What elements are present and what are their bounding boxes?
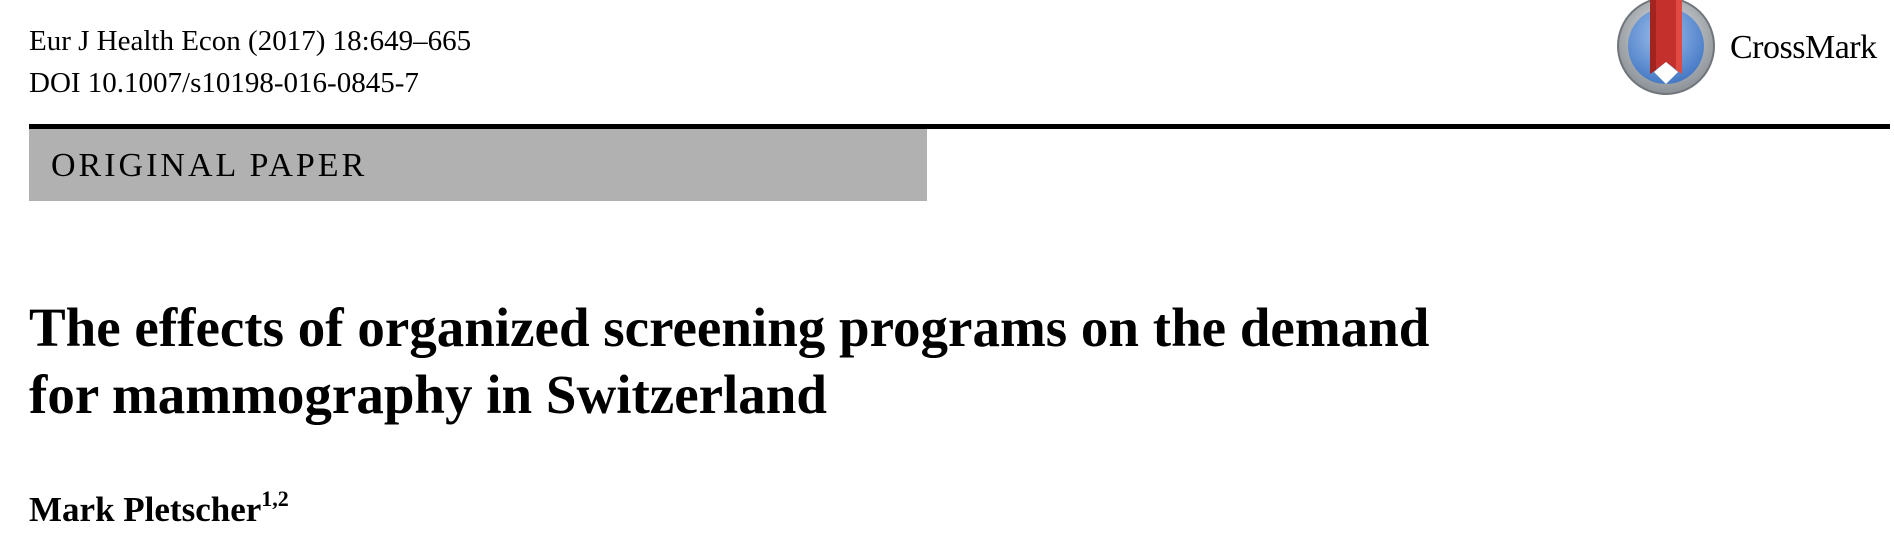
crossmark-label: CrossMark bbox=[1730, 29, 1877, 66]
article-type-label: ORIGINAL PAPER bbox=[51, 147, 368, 184]
author-affiliation-markers[interactable]: 1,2 bbox=[261, 486, 289, 511]
paper-title-line-2: for mammography in Switzerland bbox=[29, 364, 827, 425]
article-type-band: ORIGINAL PAPER bbox=[29, 129, 927, 201]
journal-citation: Eur J Health Econ (2017) 18:649–665 bbox=[29, 25, 472, 57]
doi-link[interactable]: DOI 10.1007/s10198-016-0845-7 bbox=[29, 66, 419, 100]
paper-title-line-1: The effects of organized screening progr… bbox=[29, 297, 1430, 358]
author-line: Mark Pletscher1,2 bbox=[29, 486, 289, 531]
author-name[interactable]: Mark Pletscher bbox=[29, 490, 261, 529]
paper-title: The effects of organized screening progr… bbox=[29, 294, 1729, 428]
crossmark-badge[interactable]: CrossMark bbox=[1616, 0, 1886, 100]
crossmark-icon bbox=[1617, 0, 1715, 95]
